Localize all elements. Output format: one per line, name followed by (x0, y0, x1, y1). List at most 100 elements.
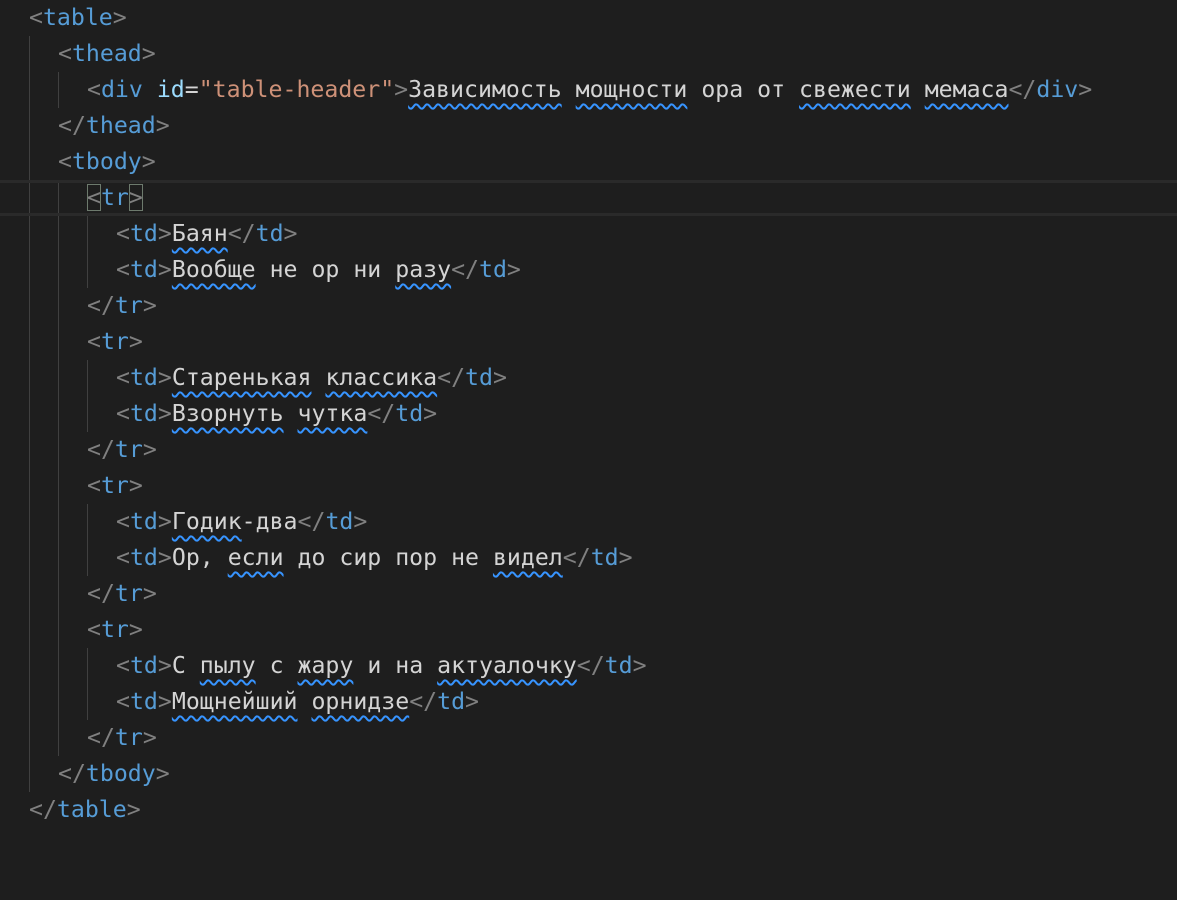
code-line[interactable]: <div id="table-header">Зависимость мощно… (0, 72, 1177, 108)
tag-bracket: > (394, 76, 409, 103)
tag-bracket: < (116, 220, 130, 247)
tag-bracket: > (157, 256, 172, 283)
tag-bracket: > (423, 400, 438, 427)
text-content-misspelled: Мощнейший (171, 688, 298, 715)
tag-bracket: > (1078, 76, 1093, 103)
tag-name: tr (114, 724, 143, 751)
code-line[interactable]: <td>Баян</td> (0, 216, 1177, 252)
tag-bracket-matched: > (128, 184, 143, 211)
tag-name: tbody (85, 760, 156, 787)
code-line[interactable]: <tr> (0, 612, 1177, 648)
tag-name: td (129, 364, 158, 391)
tag-name: td (465, 364, 493, 391)
code-line[interactable]: </tr> (0, 288, 1177, 324)
tag-bracket: < (116, 364, 130, 391)
code-line[interactable]: <td>Мощнейший орнидзе</td> (0, 684, 1177, 720)
tag-name: td (325, 508, 354, 535)
code-line[interactable]: <td>С пылу с жару и на актуалочку</td> (0, 648, 1177, 684)
text-content: не ор ни (255, 256, 396, 283)
code-line[interactable]: </tbody> (0, 756, 1177, 792)
code-line[interactable]: <td>Ор, если до сир пор не видел</td> (0, 540, 1177, 576)
code-line[interactable]: <tbody> (0, 144, 1177, 180)
tag-bracket: </ (58, 112, 86, 139)
tag-bracket-matched: < (87, 184, 101, 211)
tag-bracket: > (157, 652, 172, 679)
code-line[interactable]: </tr> (0, 720, 1177, 756)
tag-bracket: < (87, 616, 101, 643)
text-content-misspelled: Старенькая (171, 364, 312, 391)
tag-name: td (129, 652, 158, 679)
text-content: Ор, (171, 544, 228, 571)
tag-bracket: > (157, 364, 172, 391)
text-content-misspelled: классика (325, 364, 438, 391)
tag-name: tr (100, 328, 129, 355)
tag-name: td (604, 652, 633, 679)
tag-bracket: > (618, 544, 633, 571)
tag-bracket: < (87, 328, 101, 355)
tag-bracket: </ (576, 652, 605, 679)
tag-bracket: < (58, 148, 72, 175)
tag-bracket: > (128, 616, 143, 643)
code-line[interactable]: <td>Взорнуть чутка</td> (0, 396, 1177, 432)
tag-name: table (56, 796, 127, 823)
code-line[interactable]: <tr> (0, 468, 1177, 504)
code-line[interactable]: <thead> (0, 36, 1177, 72)
code-line[interactable]: </tr> (0, 576, 1177, 612)
text-content-misspelled: видел (492, 544, 563, 571)
code-line[interactable]: <td>Годик-два</td> (0, 504, 1177, 540)
tag-name: tr (100, 472, 129, 499)
tag-name: thead (71, 40, 142, 67)
text-content-misspelled: Вообще (171, 256, 256, 283)
tag-bracket: > (155, 112, 170, 139)
text-content-misspelled: орнидзе (311, 688, 410, 715)
attribute-value: "table-header" (198, 76, 395, 103)
text-content-misspelled: Взорнуть (171, 400, 284, 427)
tag-bracket: > (157, 508, 172, 535)
code-line[interactable]: <td>Вообще не ор ни разу</td> (0, 252, 1177, 288)
text-content-misspelled: мемаса (924, 76, 1009, 103)
code-line[interactable]: </table> (0, 792, 1177, 828)
text-content: с (255, 652, 298, 679)
code-line-current[interactable]: <tr> (0, 180, 1177, 216)
text-content (911, 76, 925, 103)
tag-bracket: </ (227, 220, 256, 247)
tag-bracket: > (142, 292, 157, 319)
tag-bracket: < (116, 256, 130, 283)
tag-name: td (395, 400, 424, 427)
tag-name: td (255, 220, 284, 247)
code-line[interactable]: <tr> (0, 324, 1177, 360)
text-content-misspelled: разу (395, 256, 452, 283)
tag-name: td (129, 256, 158, 283)
tag-name: tr (100, 616, 129, 643)
text-content-misspelled: Зависимость (408, 76, 562, 103)
text-content: С (171, 652, 200, 679)
tag-name: tr (100, 184, 129, 211)
code-line[interactable]: </thead> (0, 108, 1177, 144)
code-line[interactable]: <table> (0, 0, 1177, 36)
tag-name: tbody (71, 148, 142, 175)
tag-bracket: < (116, 688, 130, 715)
tag-bracket: > (142, 724, 157, 751)
text-content (284, 400, 298, 427)
text-content-misspelled: если (227, 544, 284, 571)
tag-bracket: > (283, 220, 298, 247)
tag-bracket: </ (58, 760, 86, 787)
text-content-misspelled: Баян (171, 220, 228, 247)
tag-bracket: > (128, 328, 143, 355)
tag-bracket: < (87, 472, 101, 499)
tag-name: div (100, 76, 143, 103)
tag-bracket: </ (437, 364, 466, 391)
tag-name: td (129, 544, 158, 571)
tag-bracket: < (87, 76, 101, 103)
code-editor[interactable]: <table> <thead> <div id="table-header">З… (0, 0, 1177, 837)
text-content-misspelled: Годик (171, 508, 242, 535)
tag-name: tr (114, 436, 143, 463)
tag-bracket: > (157, 400, 172, 427)
code-line[interactable]: <td>Старенькая классика</td> (0, 360, 1177, 396)
tag-name: tr (114, 292, 143, 319)
tag-bracket: </ (451, 256, 479, 283)
tag-bracket: > (465, 688, 480, 715)
tag-name: thead (85, 112, 156, 139)
tag-bracket: </ (562, 544, 591, 571)
code-line[interactable]: </tr> (0, 432, 1177, 468)
